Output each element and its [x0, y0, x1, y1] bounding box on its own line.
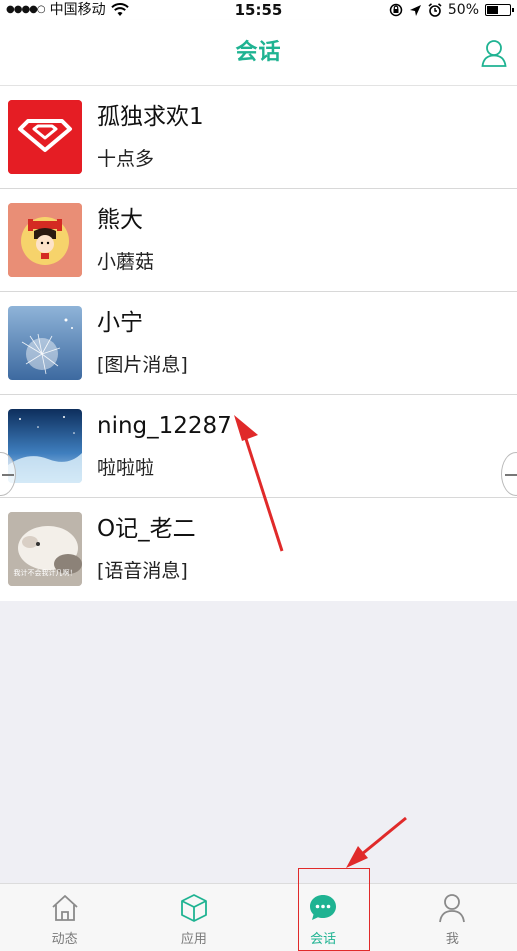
last-message: 啦啦啦: [97, 457, 155, 479]
navigation-bar: 会话: [0, 20, 517, 86]
annotation-arrow-down: [346, 816, 407, 868]
avatar: [8, 100, 82, 174]
red-diamond-logo-icon: [8, 100, 82, 174]
chat-bubble-icon: [310, 895, 337, 920]
last-message: 小蘑菇: [97, 251, 155, 273]
conversation-row[interactable]: 熊大 小蘑菇: [0, 189, 517, 292]
contact-name: 小宁: [97, 310, 143, 336]
page-title: 会话: [235, 40, 282, 65]
cube-icon: [180, 894, 207, 922]
battery-icon: [485, 4, 514, 16]
blue-sky-photo-icon: [8, 409, 82, 483]
dandelion-photo-icon: [8, 306, 82, 380]
tab-label: 应用: [180, 932, 207, 947]
conversation-row[interactable]: 孤独求欢1 十点多: [0, 86, 517, 189]
location-icon: [409, 4, 421, 16]
conversation-row[interactable]: 我计不会我计几啊！ O记_老二 [语音消息]: [0, 498, 517, 601]
conversation-row[interactable]: ning_12287 啦啦啦: [0, 395, 517, 498]
tab-label: 动态: [51, 932, 78, 947]
contact-name: O记_老二: [97, 516, 196, 542]
cartoon-girl-icon: [8, 203, 82, 277]
rotation-lock-icon: [389, 3, 403, 17]
tab-me[interactable]: 我: [388, 884, 517, 951]
tab-conversations[interactable]: 会话: [259, 884, 388, 951]
avatar: [8, 409, 82, 483]
user-icon[interactable]: [481, 39, 507, 67]
avatar-caption: 我计不会我计几啊！: [13, 569, 77, 577]
conversation-row[interactable]: 小宁 [图片消息]: [0, 292, 517, 395]
conversation-list: 孤独求欢1 十点多 熊大 小蘑菇 小宁 [图片消息] ning_12287 啦啦…: [0, 86, 517, 601]
tab-dynamics[interactable]: 动态: [0, 884, 129, 951]
alarm-icon: [428, 3, 442, 17]
battery-percent: 50%: [447, 2, 479, 18]
status-bar: ●●●●○ 中国移动 15:55 50%: [0, 0, 517, 20]
tab-apps[interactable]: 应用: [129, 884, 258, 951]
tab-label: 会话: [310, 932, 337, 947]
contact-name: 熊大: [97, 207, 143, 233]
contact-name: ning_12287: [97, 413, 232, 439]
contact-name: 孤独求欢1: [97, 104, 204, 130]
home-icon: [52, 895, 78, 921]
person-icon: [439, 894, 466, 923]
avatar: [8, 306, 82, 380]
last-message: [语音消息]: [97, 560, 188, 582]
last-message: [图片消息]: [97, 354, 188, 376]
tab-bar: 动态 应用 会话 我: [0, 883, 517, 951]
tab-label: 我: [445, 932, 459, 947]
last-message: 十点多: [97, 148, 155, 170]
battery-level: [487, 6, 498, 14]
avatar: 我计不会我计几啊！: [8, 512, 82, 586]
avatar: [8, 203, 82, 277]
